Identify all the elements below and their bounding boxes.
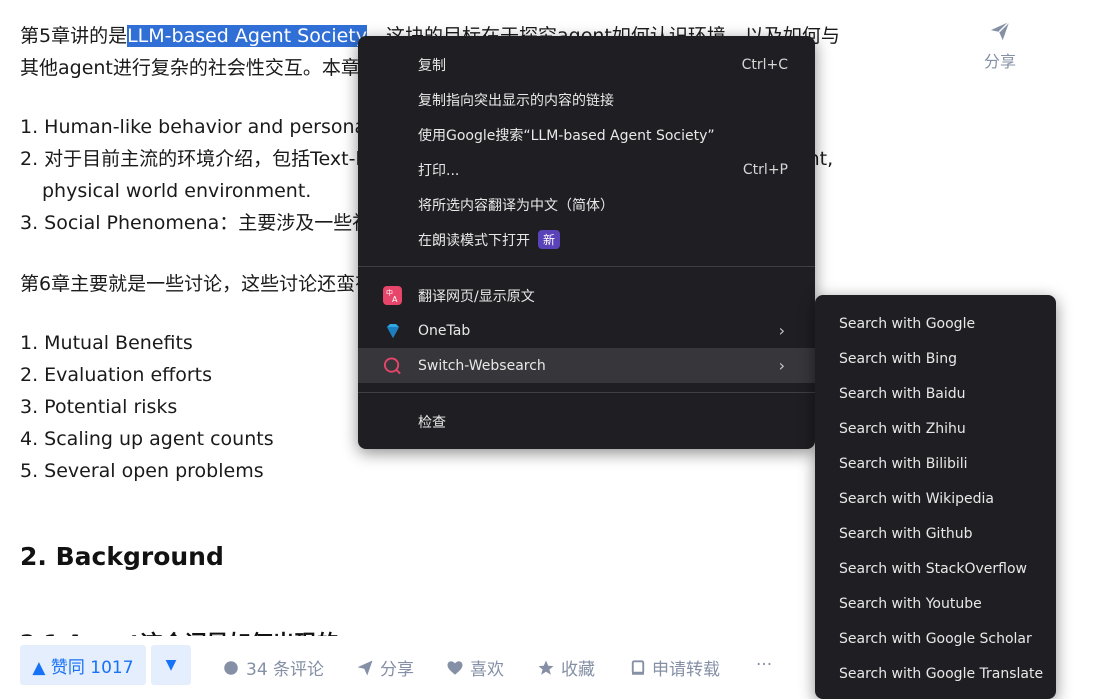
submenu-item-label: Search with Baidu <box>839 385 966 402</box>
downvote-button[interactable]: ▼ <box>151 645 191 685</box>
submenu-item-bilibili[interactable]: Search with Bilibili <box>815 446 1056 481</box>
submenu-item-label: Search with Google Scholar <box>839 630 1032 647</box>
list-item: 4. Scaling up agent counts <box>20 428 274 450</box>
repost-button[interactable]: 申请转载 <box>630 655 720 680</box>
submenu-item-google-translate[interactable]: Search with Google Translate <box>815 656 1056 691</box>
menu-item-label: 复制 <box>418 57 446 74</box>
menu-item-label: 检查 <box>418 414 446 431</box>
menu-item-label: 将所选内容翻译为中文（简体） <box>418 197 614 214</box>
search-circle-icon <box>383 356 402 375</box>
submenu-item-label: Search with Github <box>839 525 973 542</box>
list-item: 1. Human-like behavior and personality <box>20 116 396 138</box>
menu-item-label: 复制指向突出显示的内容的链接 <box>418 92 614 109</box>
comments-label: 34 条评论 <box>246 660 325 680</box>
paper-plane-icon <box>357 660 373 675</box>
menu-item-inspect[interactable]: 检查 <box>358 404 815 439</box>
collect-label: 收藏 <box>561 660 595 680</box>
list-item: 1. Mutual Benefits <box>20 332 193 354</box>
svg-text:A: A <box>392 295 398 304</box>
list-item: 3. Potential risks <box>20 396 178 418</box>
paragraph-line: 其他agent进行复杂的社会性交互。本章 <box>20 57 360 79</box>
menu-item-label: 在朗读模式下打开新 <box>418 229 561 250</box>
repost-label: 申请转载 <box>652 660 720 680</box>
context-menu: 复制 Ctrl+C 复制指向突出显示的内容的链接 使用Google搜索“LLM-… <box>358 36 815 449</box>
menu-item-switch-websearch[interactable]: Switch-Websearch › <box>358 348 815 383</box>
comments-button[interactable]: 34 条评论 <box>222 655 324 680</box>
side-share-button[interactable]: 分享 <box>970 20 1030 72</box>
menu-item-copy-link-to-highlight[interactable]: 复制指向突出显示的内容的链接 <box>358 82 815 117</box>
reading-mode-text: 在朗读模式下打开 <box>418 232 530 249</box>
heart-icon <box>447 660 463 675</box>
collect-button[interactable]: 收藏 <box>537 655 595 680</box>
submenu-item-youtube[interactable]: Search with Youtube <box>815 586 1056 621</box>
submenu-item-label: Search with Google <box>839 315 976 332</box>
shortcut-label: Ctrl+P <box>742 161 788 178</box>
submenu-item-label: Search with Bilibili <box>839 455 968 472</box>
websearch-submenu: Search with Google Search with Bing Sear… <box>815 295 1056 699</box>
share-label: 分享 <box>380 660 414 680</box>
submenu-item-label: Search with Bing <box>839 350 957 367</box>
submenu-item-zhihu[interactable]: Search with Zhihu <box>815 411 1056 446</box>
menu-item-print[interactable]: 打印... Ctrl+P <box>358 152 815 187</box>
menu-item-copy[interactable]: 复制 Ctrl+C <box>358 47 815 82</box>
star-icon <box>538 660 554 675</box>
section-heading: 2. Background <box>20 542 224 571</box>
submenu-item-label: Search with Wikipedia <box>839 490 994 507</box>
chevron-right-icon: › <box>778 356 785 375</box>
submenu-item-label: Search with Zhihu <box>839 420 966 437</box>
selected-text[interactable]: LLM-based Agent Society <box>127 25 367 47</box>
onetab-diamond-icon <box>383 321 402 340</box>
submenu-item-google[interactable]: Search with Google <box>815 306 1056 341</box>
submenu-item-label: Search with Youtube <box>839 595 982 612</box>
more-button[interactable]: ··· <box>756 655 772 675</box>
share-button[interactable]: 分享 <box>356 655 414 680</box>
menu-item-label: 使用Google搜索“LLM-based Agent Society” <box>418 127 715 144</box>
menu-item-label: OneTab <box>418 322 471 339</box>
text: 第5章讲的是 <box>20 25 128 47</box>
submenu-item-label: Search with Google Translate <box>839 665 1044 682</box>
menu-item-translate-page[interactable]: 中A 翻译网页/显示原文 <box>358 278 815 313</box>
upvote-button[interactable]: ▲ 赞同 1017 <box>20 645 146 685</box>
chevron-right-icon: › <box>778 321 785 340</box>
submenu-item-stackoverflow[interactable]: Search with StackOverflow <box>815 551 1056 586</box>
like-button[interactable]: 喜欢 <box>446 655 504 680</box>
submenu-item-google-scholar[interactable]: Search with Google Scholar <box>815 621 1056 656</box>
menu-item-google-search[interactable]: 使用Google搜索“LLM-based Agent Society” <box>358 117 815 152</box>
menu-separator <box>358 392 815 393</box>
shortcut-label: Ctrl+C <box>741 56 788 73</box>
like-label: 喜欢 <box>470 660 504 680</box>
menu-item-reading-mode[interactable]: 在朗读模式下打开新 <box>358 222 815 257</box>
menu-item-label: 打印... <box>418 162 460 179</box>
submenu-item-label: Search with StackOverflow <box>839 560 1027 577</box>
list-item-continuation: physical world environment. <box>42 180 312 202</box>
side-share-label: 分享 <box>983 52 1016 71</box>
submenu-item-github[interactable]: Search with Github <box>815 516 1056 551</box>
comment-bubble-icon <box>224 660 238 675</box>
list-item: 2. Evaluation efforts <box>20 364 213 386</box>
submenu-item-bing[interactable]: Search with Bing <box>815 341 1056 376</box>
menu-item-translate-selection[interactable]: 将所选内容翻译为中文（简体） <box>358 187 815 222</box>
submenu-item-baidu[interactable]: Search with Baidu <box>815 376 1056 411</box>
list-item: 5. Several open problems <box>20 460 264 482</box>
new-badge: 新 <box>538 229 561 249</box>
menu-item-label: Switch-Websearch <box>418 357 546 374</box>
menu-separator <box>358 266 815 267</box>
submenu-item-wikipedia[interactable]: Search with Wikipedia <box>815 481 1056 516</box>
translate-icon: 中A <box>383 286 402 305</box>
menu-item-label: 翻译网页/显示原文 <box>418 288 535 305</box>
repost-icon <box>631 659 645 675</box>
paper-plane-icon <box>990 21 1010 41</box>
menu-item-onetab[interactable]: OneTab › <box>358 313 815 348</box>
